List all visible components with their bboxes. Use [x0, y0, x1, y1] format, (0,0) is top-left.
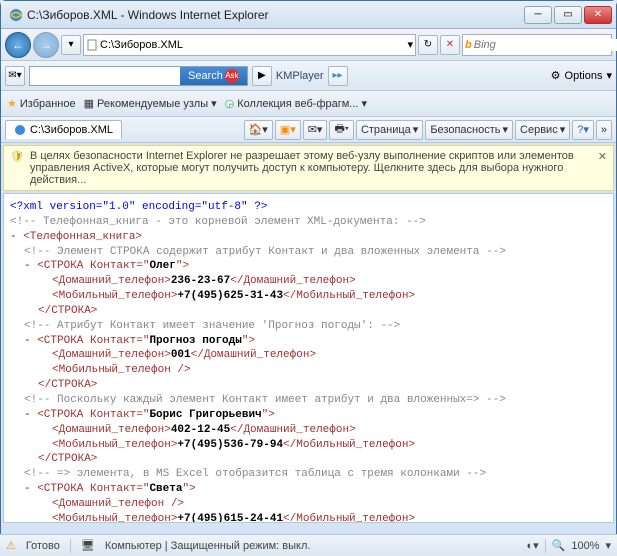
- expand-button[interactable]: »: [596, 120, 612, 140]
- address-bar[interactable]: ▾: [83, 34, 416, 56]
- favorites-button[interactable]: ★Избранное: [7, 97, 76, 110]
- window-title: C:\Зиборов.XML - Windows Internet Explor…: [27, 8, 524, 22]
- star-icon: ★: [7, 97, 17, 110]
- close-button[interactable]: ✕: [584, 6, 612, 24]
- safety-menu[interactable]: Безопасность▾: [425, 120, 513, 140]
- tab-strip: C:\Зиборов.XML 🏠▾ ▣▾ ✉▾ 🖶▾ Страница▾ Без…: [1, 117, 616, 143]
- feeds-button[interactable]: ▣▾: [275, 120, 301, 140]
- recommended-sites[interactable]: ▦Рекомендуемые узлы▾: [84, 97, 217, 110]
- ask-search-input[interactable]: [30, 67, 180, 85]
- toolbar-search: ✉▾ SearchAsk ▶ KMPlayer ▸▸ ⚙ Options ▾: [1, 61, 616, 91]
- security-infobar[interactable]: 🛡 В целях безопасности Internet Explorer…: [3, 145, 614, 191]
- favorites-bar: ★Избранное ▦Рекомендуемые узлы▾ ◶Коллекц…: [1, 91, 616, 117]
- ask-icon: Ask: [225, 69, 239, 83]
- tab-active[interactable]: C:\Зиборов.XML: [5, 120, 122, 139]
- slice-icon: ◶: [225, 97, 235, 110]
- infobar-text: В целях безопасности Internet Explorer н…: [30, 150, 592, 186]
- address-input[interactable]: [100, 39, 405, 51]
- stop-button[interactable]: ✕: [440, 35, 460, 55]
- warning-icon: ⚠: [6, 539, 16, 552]
- service-menu[interactable]: Сервис▾: [515, 120, 570, 140]
- navbar: ← → ▾ ▾ ↻ ✕ b 🔍: [1, 29, 616, 61]
- zoom-icon[interactable]: 🔍: [552, 539, 566, 552]
- sites-icon: ▦: [84, 97, 94, 110]
- status-bar: ⚠ Готово 🖥 Компьютер | Защищенный режим:…: [0, 534, 617, 556]
- web-slices[interactable]: ◶Коллекция веб-фрагм...▾: [225, 97, 367, 110]
- kmplayer-label[interactable]: KMPlayer: [276, 70, 324, 82]
- status-ready: Готово: [26, 540, 60, 552]
- refresh-button[interactable]: ↻: [418, 35, 438, 55]
- nav-dropdown[interactable]: ▾: [61, 35, 81, 55]
- gear-icon[interactable]: ⚙: [551, 69, 561, 82]
- xml-content[interactable]: <?xml version="1.0" encoding="utf-8" ?><…: [3, 193, 614, 523]
- forward-button[interactable]: →: [33, 32, 59, 58]
- ie-tab-icon: [14, 124, 26, 136]
- mail2-button[interactable]: ✉▾: [303, 120, 328, 140]
- status-mode-icon[interactable]: ◐▾: [526, 539, 538, 552]
- maximize-button[interactable]: ▭: [554, 6, 582, 24]
- address-dropdown-icon[interactable]: ▾: [407, 38, 413, 51]
- shield-icon: 🛡: [10, 150, 24, 163]
- print-button[interactable]: 🖶▾: [329, 120, 353, 140]
- help-button[interactable]: ?▾: [572, 120, 594, 140]
- file-icon: [86, 39, 98, 51]
- infobar-close[interactable]: ✕: [598, 150, 607, 163]
- media-button[interactable]: ▶: [252, 66, 272, 86]
- options-label[interactable]: Options: [565, 70, 603, 82]
- ask-search-button[interactable]: SearchAsk: [180, 67, 247, 85]
- kmplayer-next-button[interactable]: ▸▸: [328, 66, 348, 86]
- zoom-level[interactable]: 100%: [571, 540, 599, 552]
- zoom-dropdown-icon[interactable]: ▾: [605, 539, 611, 552]
- window-buttons: ─ ▭ ✕: [524, 6, 612, 24]
- mail-button[interactable]: ✉▾: [5, 66, 25, 86]
- home-button[interactable]: 🏠▾: [244, 120, 273, 140]
- tab-label: C:\Зиборов.XML: [30, 124, 113, 136]
- page-menu[interactable]: Страница▾: [356, 120, 423, 140]
- titlebar: C:\Зиборов.XML - Windows Internet Explor…: [1, 1, 616, 29]
- minimize-button[interactable]: ─: [524, 6, 552, 24]
- bing-icon: b: [465, 39, 472, 51]
- back-button[interactable]: ←: [5, 32, 31, 58]
- search-box[interactable]: b 🔍: [462, 34, 612, 56]
- ask-search-box[interactable]: SearchAsk: [29, 66, 248, 86]
- status-zone: Компьютер | Защищенный режим: выкл.: [105, 540, 311, 552]
- search-input[interactable]: [474, 39, 617, 51]
- ie-icon: [9, 8, 23, 22]
- options-dropdown-icon[interactable]: ▾: [606, 69, 612, 82]
- computer-icon: 🖥: [81, 539, 95, 552]
